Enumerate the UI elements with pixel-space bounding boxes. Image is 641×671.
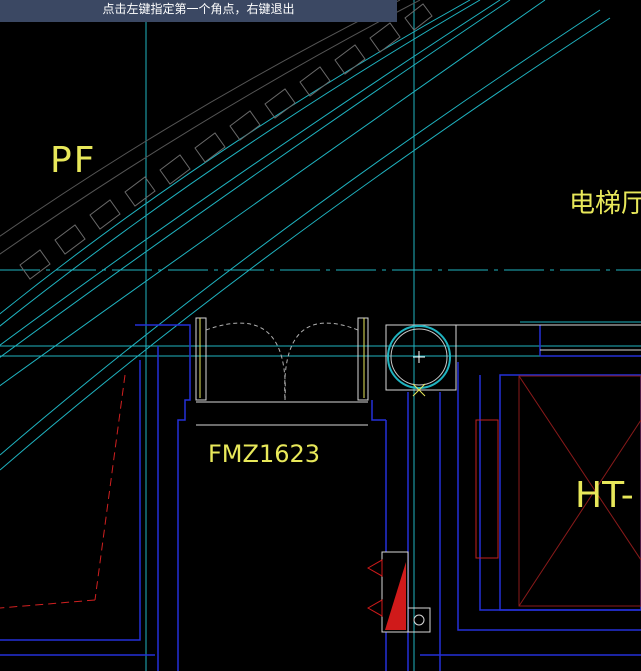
double-door (195, 317, 369, 426)
room-label-ht: HT- (575, 475, 634, 516)
fire-hydrant-box (366, 551, 431, 633)
dashed-outline (0, 374, 126, 609)
room-label-elevator-hall: 电梯厅 (569, 189, 641, 219)
axis-lines (0, 0, 641, 671)
cad-drawing-canvas[interactable] (0, 0, 641, 671)
circle-column-icon (385, 324, 457, 397)
walls (0, 324, 641, 671)
door-tag-label: FMZ1623 (208, 440, 321, 468)
room-label-pf: PF (50, 140, 97, 181)
command-prompt-bar: 点击左键指定第一个角点，右键退出 (0, 0, 397, 22)
